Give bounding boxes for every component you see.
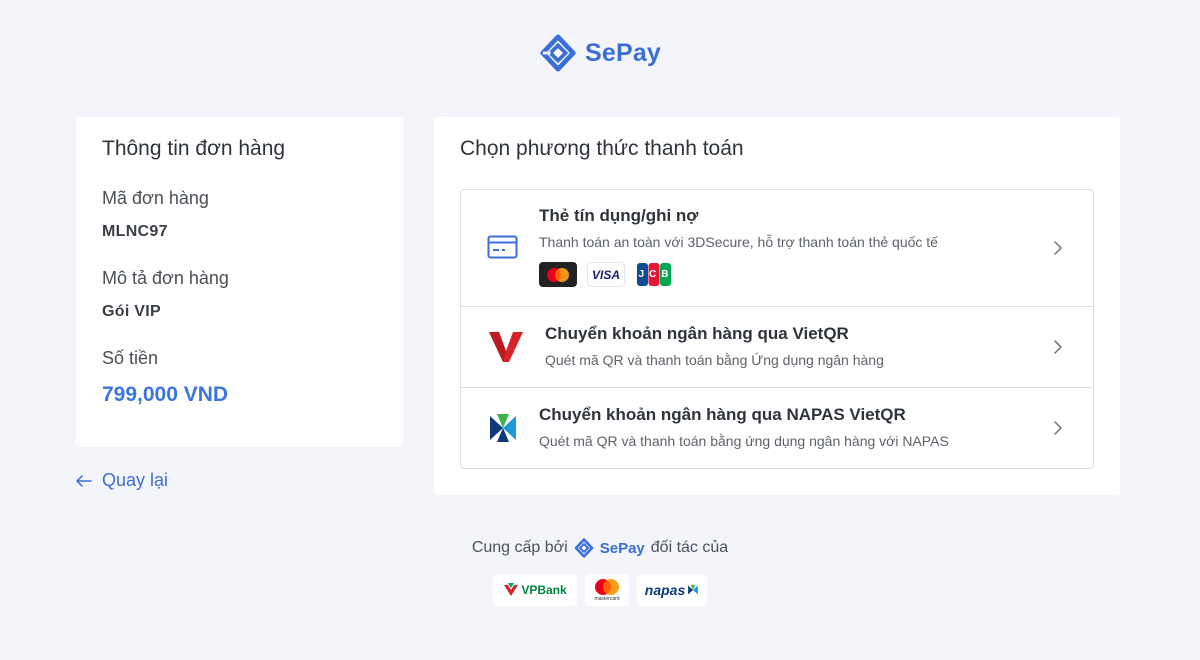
vpbank-logo: VPBank xyxy=(493,574,577,606)
vpbank-text: VPBank xyxy=(521,583,567,597)
footer-partner-text: đối tác của xyxy=(650,539,729,556)
chevron-right-icon xyxy=(1054,421,1062,435)
method-credit-card[interactable]: Thẻ tín dụng/ghi nợ Thanh toán an toàn v… xyxy=(461,190,1093,307)
footer-brand-name: SePay xyxy=(599,539,645,557)
brand-name: SePay xyxy=(584,38,662,67)
arrow-left-icon xyxy=(76,474,92,487)
footer-provided-by-text: Cung cấp bởi xyxy=(471,539,568,556)
footer: Cung cấp bởi SePay đối tác của VPBank ma… xyxy=(0,538,1200,606)
method-vietqr[interactable]: Chuyển khoản ngân hàng qua VietQR Quét m… xyxy=(461,307,1093,388)
napas-mark-icon xyxy=(688,584,699,595)
vpbank-mark-icon xyxy=(504,583,519,596)
vietqr-icon xyxy=(489,332,523,362)
order-description-label: Mô tả đơn hàng xyxy=(102,268,229,288)
method-napas-name: Chuyển khoản ngân hàng qua NAPAS VietQR xyxy=(539,405,906,424)
back-link[interactable]: Quay lại xyxy=(76,470,168,491)
mastercard-text: mastercard xyxy=(594,596,620,602)
jcb-text: JCB xyxy=(638,269,674,280)
order-info-title: Thông tin đơn hàng xyxy=(102,137,286,160)
method-napas-desc: Quét mã QR và thanh toán bằng ứng dụng n… xyxy=(539,433,949,449)
visa-text: VISA xyxy=(591,267,620,282)
chevron-right-icon xyxy=(1054,241,1062,255)
method-vietqr-desc: Quét mã QR và thanh toán bằng Ứng dụng n… xyxy=(545,352,884,368)
visa-logo: VISA xyxy=(587,262,625,287)
header-logo: SePay xyxy=(0,34,1200,72)
partner-logos: VPBank mastercard napas xyxy=(0,574,1200,606)
order-id-value: MLNC97 xyxy=(102,223,168,240)
order-description-value: Gói VIP xyxy=(102,303,161,320)
sepay-logo-icon xyxy=(540,34,576,72)
amount-value: 799,000 VND xyxy=(102,383,229,406)
amount-label: Số tiền xyxy=(102,348,159,368)
jcb-logo: JCB xyxy=(635,262,673,287)
mastercard-logo xyxy=(539,262,577,287)
chevron-right-icon xyxy=(1054,340,1062,354)
credit-card-icon xyxy=(487,235,518,259)
order-id-label: Mã đơn hàng xyxy=(102,188,209,208)
napas-partner-logo: napas xyxy=(637,574,707,606)
napas-text: napas xyxy=(644,582,686,598)
method-vietqr-body: Chuyển khoản ngân hàng qua VietQR Quét m… xyxy=(545,324,884,368)
method-credit-card-desc: Thanh toán an toàn với 3DSecure, hỗ trợ … xyxy=(539,234,938,250)
napas-icon xyxy=(490,414,516,442)
method-napas-body: Chuyển khoản ngân hàng qua NAPAS VietQR … xyxy=(539,405,949,449)
payment-method-card: Chọn phương thức thanh toán Thẻ tín dụng… xyxy=(434,117,1120,495)
payment-method-list: Thẻ tín dụng/ghi nợ Thanh toán an toàn v… xyxy=(460,189,1094,469)
mastercard-partner-logo: mastercard xyxy=(585,574,629,606)
payment-method-title: Chọn phương thức thanh toán xyxy=(460,137,744,160)
method-credit-card-name: Thẻ tín dụng/ghi nợ xyxy=(539,206,699,225)
back-label: Quay lại xyxy=(102,470,169,490)
footer-provided-by: Cung cấp bởi SePay đối tác của xyxy=(0,538,1200,558)
order-info-card: Thông tin đơn hàng Mã đơn hàng MLNC97 Mô… xyxy=(76,117,403,447)
method-credit-card-body: Thẻ tín dụng/ghi nợ Thanh toán an toàn v… xyxy=(539,206,938,287)
method-napas-vietqr[interactable]: Chuyển khoản ngân hàng qua NAPAS VietQR … xyxy=(461,388,1093,468)
card-brand-badges: VISA JCB xyxy=(539,262,938,287)
sepay-logo-icon xyxy=(574,538,593,558)
method-vietqr-name: Chuyển khoản ngân hàng qua VietQR xyxy=(545,324,849,343)
